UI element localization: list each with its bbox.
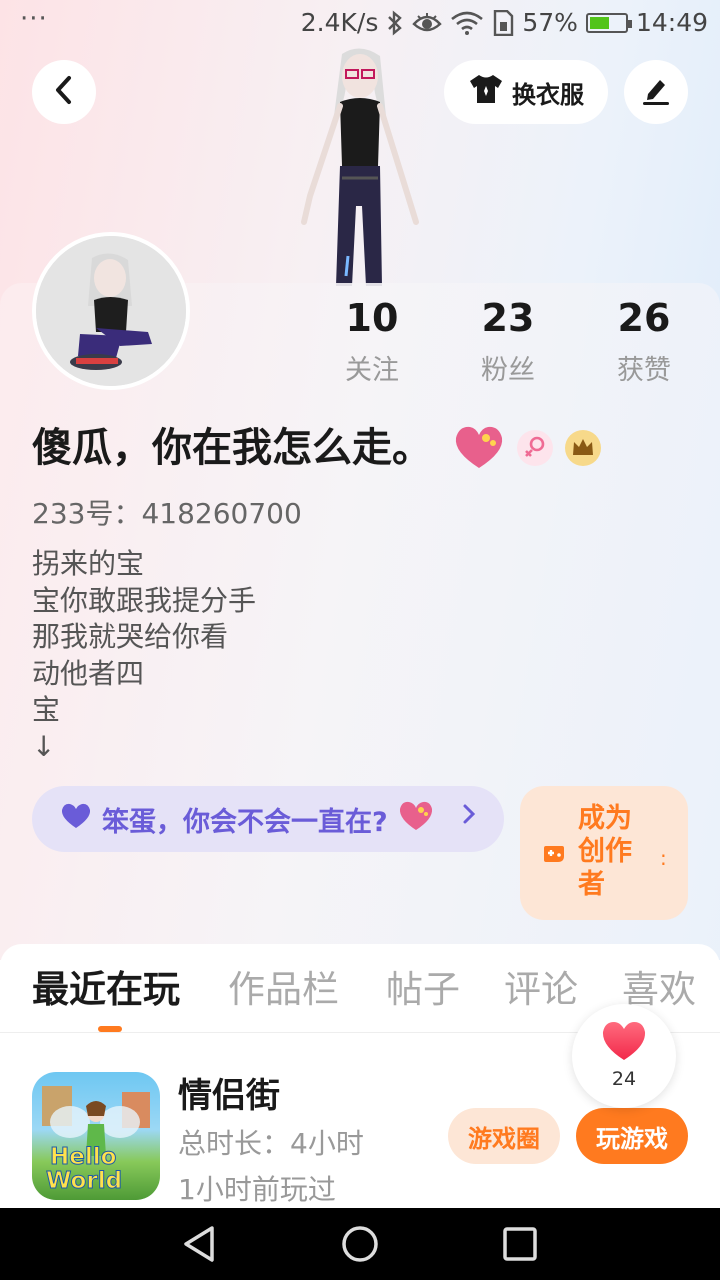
- sim-icon: [492, 9, 514, 36]
- battery-fill: [589, 16, 610, 29]
- tab-works[interactable]: 作品栏: [228, 966, 339, 1014]
- become-creator-card[interactable]: 成为创作者 :: [520, 786, 688, 920]
- bluetooth-icon: [386, 9, 404, 36]
- stat-followers[interactable]: 23 粉丝: [453, 294, 563, 387]
- eye-icon: [412, 12, 443, 34]
- nickname: 傻瓜，你在我怎么走。: [32, 425, 432, 471]
- stat-followers-label: 粉丝: [481, 355, 535, 386]
- stat-following-value: 10: [345, 296, 399, 340]
- tab-recent-playing[interactable]: 最近在玩: [32, 966, 180, 1014]
- badge-row: [452, 424, 602, 476]
- back-button[interactable]: [32, 60, 96, 124]
- battery-percent: 57%: [522, 8, 578, 37]
- heart-badge-icon[interactable]: [452, 424, 506, 476]
- status-message-pill[interactable]: 笨蛋，你会不会一直在?: [32, 786, 504, 852]
- play-game-button[interactable]: 玩游戏: [576, 1108, 688, 1164]
- pen-icon: [640, 74, 672, 110]
- chevron-left-icon: [53, 75, 75, 109]
- nav-back-icon[interactable]: [180, 1224, 220, 1264]
- game-logo-text-2: World: [45, 1168, 123, 1195]
- stat-following-label: 关注: [345, 355, 399, 386]
- game-icon[interactable]: Hello World: [32, 1072, 160, 1200]
- stat-likes[interactable]: 26 获赞: [589, 294, 699, 387]
- gamepad-icon: [542, 842, 566, 870]
- become-creator-label: 成为创作者: [578, 803, 632, 900]
- crown-icon[interactable]: [564, 429, 602, 471]
- game-logo-text-1: Hello: [49, 1144, 117, 1171]
- change-outfit-label: 换衣服: [512, 80, 584, 109]
- heart-emoji-icon: [398, 800, 434, 839]
- like-count: 24: [611, 1068, 637, 1090]
- edit-profile-button[interactable]: [624, 60, 688, 124]
- purple-heart-icon: [60, 802, 92, 837]
- network-speed: 2.4K/s: [300, 8, 379, 37]
- avatar[interactable]: [32, 232, 190, 390]
- like-floating-button[interactable]: 24: [572, 1004, 676, 1108]
- user-id: 233号：418260700: [32, 497, 302, 530]
- tab-comments[interactable]: 评论: [504, 966, 578, 1014]
- tab-posts[interactable]: 帖子: [386, 966, 460, 1014]
- game-last-played: 1小时前玩过: [178, 1173, 336, 1206]
- battery-icon: [585, 12, 632, 33]
- female-icon: [516, 429, 554, 471]
- game-play-duration: 总时长：4小时: [178, 1127, 364, 1160]
- stat-following[interactable]: 10 关注: [317, 294, 427, 387]
- stat-likes-value: 26: [617, 296, 671, 340]
- avatar-character-figure: [290, 46, 430, 286]
- stat-likes-label: 获赞: [617, 355, 671, 386]
- chevron-right-icon: [462, 802, 476, 832]
- stat-followers-value: 23: [481, 296, 535, 340]
- system-navigation-bar: [0, 1208, 720, 1280]
- nav-recents-icon[interactable]: [500, 1224, 540, 1264]
- more-dots-icon: :: [660, 846, 667, 870]
- game-circle-button[interactable]: 游戏圈: [448, 1108, 560, 1164]
- nav-home-icon[interactable]: [340, 1224, 380, 1264]
- game-title[interactable]: 情侣街: [178, 1068, 280, 1117]
- shirt-icon: [468, 73, 504, 111]
- wifi-icon: [450, 11, 484, 35]
- clock: 14:49: [635, 8, 708, 37]
- status-message-text: 笨蛋，你会不会一直在?: [102, 806, 388, 838]
- status-menu-dots: ···: [20, 4, 48, 34]
- change-outfit-button[interactable]: 换衣服: [444, 60, 608, 124]
- heart-icon: [600, 1020, 648, 1066]
- status-bar: ··· 2.4K/s 57% 14:49: [0, 0, 720, 50]
- bio: 拐来的宝 宝你敢跟我提分手 那我就哭给你看 动他者四 宝 ↓: [32, 547, 257, 763]
